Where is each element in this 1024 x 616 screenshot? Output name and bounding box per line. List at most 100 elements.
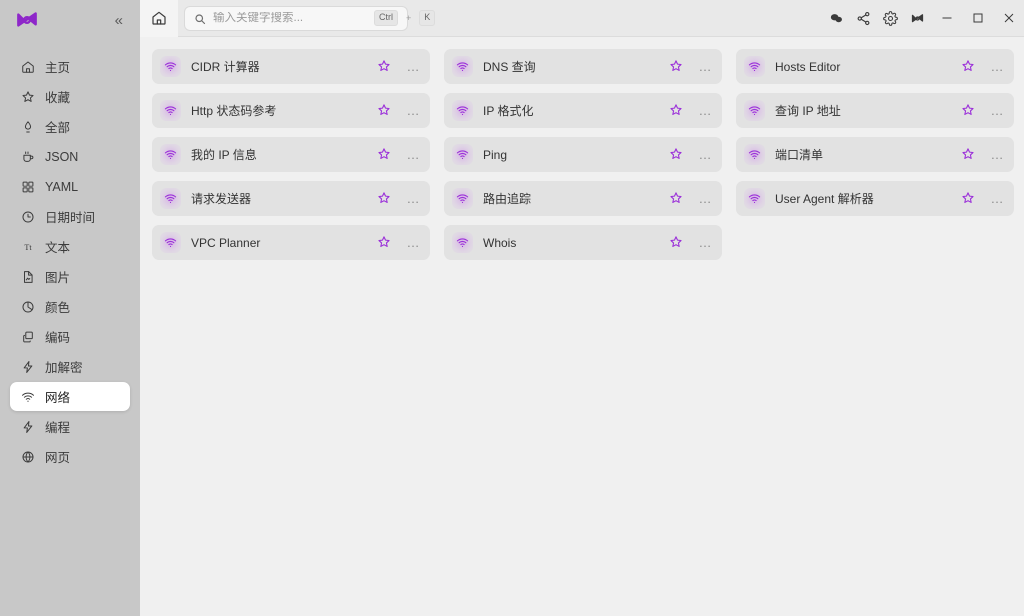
star-outline-icon[interactable]: [669, 235, 685, 251]
app-logo-icon: [14, 9, 40, 31]
sidebar-item-7[interactable]: 图片: [10, 262, 130, 291]
tool-card-more-button[interactable]: …: [987, 60, 1005, 73]
star-outline-icon[interactable]: [377, 191, 393, 207]
cup-icon: [20, 149, 35, 164]
tool-card-more-button[interactable]: …: [403, 148, 421, 161]
tool-card[interactable]: DNS 查询…: [444, 49, 722, 84]
sidebar-item-2[interactable]: 全部: [10, 112, 130, 141]
sidebar-item-3[interactable]: JSON: [10, 142, 130, 171]
bolt-icon: [20, 359, 35, 374]
file-image-icon: [20, 269, 35, 284]
tool-card-more-button[interactable]: …: [987, 104, 1005, 117]
tool-card-more-button[interactable]: …: [403, 192, 421, 205]
star-outline-icon[interactable]: [669, 191, 685, 207]
sidebar-item-10[interactable]: 加解密: [10, 352, 130, 381]
sidebar-item-12[interactable]: 编程: [10, 412, 130, 441]
app-window: « 主页收藏全部JSONYAML日期时间Tt文本图片颜色编码加解密网络编程网页 …: [0, 0, 1024, 616]
pie-icon: [20, 299, 35, 314]
wifi-icon: [452, 232, 473, 253]
tool-card-more-button[interactable]: …: [987, 192, 1005, 205]
sidebar-item-4[interactable]: YAML: [10, 172, 130, 201]
tool-card[interactable]: Hosts Editor…: [736, 49, 1014, 84]
maximize-button[interactable]: [962, 0, 993, 37]
collapse-sidebar-button[interactable]: «: [112, 11, 126, 30]
wifi-icon: [160, 188, 181, 209]
wifi-icon: [160, 100, 181, 121]
sidebar: « 主页收藏全部JSON YAML 日期时间 Tt文本图片颜色编码加解密网络编程网页: [0, 0, 140, 616]
star-outline-icon[interactable]: [377, 235, 393, 251]
wifi-icon: [744, 144, 765, 165]
home-icon: [20, 59, 35, 74]
tool-card-label: VPC Planner: [191, 236, 367, 250]
star-outline-icon[interactable]: [669, 103, 685, 119]
star-outline-icon[interactable]: [377, 103, 393, 119]
sidebar-item-1[interactable]: 收藏: [10, 82, 130, 111]
tool-card[interactable]: 路由追踪…: [444, 181, 722, 216]
tool-card[interactable]: IP 格式化…: [444, 93, 722, 128]
sidebar-item-9[interactable]: 编码: [10, 322, 130, 351]
wifi-icon: [452, 144, 473, 165]
star-outline-icon[interactable]: [961, 103, 977, 119]
funnel-icon: [20, 119, 35, 134]
sidebar-item-label: 主页: [45, 57, 70, 76]
sidebar-item-label: 收藏: [45, 87, 70, 106]
tool-card-label: CIDR 计算器: [191, 58, 367, 75]
tool-card[interactable]: CIDR 计算器 …: [152, 49, 430, 84]
tool-card-more-button[interactable]: …: [695, 148, 713, 161]
star-outline-icon[interactable]: [961, 191, 977, 207]
gear-icon[interactable]: [877, 0, 904, 37]
tool-card-more-button[interactable]: …: [403, 236, 421, 249]
search-box[interactable]: Ctrl + K: [184, 6, 408, 31]
wifi-icon: [160, 144, 181, 165]
star-outline-icon[interactable]: [961, 59, 977, 75]
star-outline-icon[interactable]: [669, 147, 685, 163]
minimize-button[interactable]: [931, 0, 962, 37]
tool-card-more-button[interactable]: …: [987, 148, 1005, 161]
grid-icon: [20, 179, 35, 194]
tool-card[interactable]: 端口清单…: [736, 137, 1014, 172]
tool-card[interactable]: 查询 IP 地址…: [736, 93, 1014, 128]
sidebar-item-8[interactable]: 颜色: [10, 292, 130, 321]
sidebar-header: «: [0, 0, 140, 40]
home-button[interactable]: [140, 0, 178, 37]
tool-card-more-button[interactable]: …: [403, 60, 421, 73]
wifi-icon: [744, 100, 765, 121]
sidebar-item-0[interactable]: 主页: [10, 52, 130, 81]
app-logo-icon[interactable]: [904, 0, 931, 37]
star-outline-icon[interactable]: [377, 147, 393, 163]
tool-card-more-button[interactable]: …: [695, 236, 713, 249]
search-input[interactable]: [213, 12, 367, 24]
sidebar-item-label: 日期时间: [45, 207, 95, 226]
tool-card-more-button[interactable]: …: [695, 104, 713, 117]
clock-icon: [20, 209, 35, 224]
share-icon[interactable]: [850, 0, 877, 37]
sidebar-item-6[interactable]: Tt文本: [10, 232, 130, 261]
tool-card[interactable]: 请求发送器 …: [152, 181, 430, 216]
tool-card[interactable]: VPC Planner …: [152, 225, 430, 260]
sidebar-item-13[interactable]: 网页: [10, 442, 130, 471]
tool-card-more-button[interactable]: …: [695, 192, 713, 205]
tool-card-more-button[interactable]: …: [695, 60, 713, 73]
tool-column-0: CIDR 计算器…Http 状态码参考…我的 IP 信息…请求发送器…VPC P…: [152, 49, 430, 260]
wechat-icon[interactable]: [823, 0, 850, 37]
wifi-icon: [452, 56, 473, 77]
tool-card[interactable]: Whois …: [444, 225, 722, 260]
tool-card[interactable]: User Agent 解析器…: [736, 181, 1014, 216]
sidebar-item-11[interactable]: 网络: [10, 382, 130, 411]
tool-card[interactable]: Ping…: [444, 137, 722, 172]
star-outline-icon[interactable]: [669, 59, 685, 75]
tool-card-more-button[interactable]: …: [403, 104, 421, 117]
tool-card-label: 请求发送器: [191, 190, 367, 207]
star-outline-icon[interactable]: [377, 59, 393, 75]
star-outline-icon[interactable]: [961, 147, 977, 163]
tool-card[interactable]: Http 状态码参考…: [152, 93, 430, 128]
tool-card[interactable]: 我的 IP 信息…: [152, 137, 430, 172]
close-button[interactable]: [993, 0, 1024, 37]
wifi-icon: [452, 188, 473, 209]
sidebar-nav: 主页收藏全部JSON YAML 日期时间 Tt文本图片颜色编码加解密网络编程网页: [0, 52, 140, 471]
wifi-icon: [20, 389, 35, 404]
main-area: Ctrl + K: [140, 0, 1024, 616]
sidebar-item-label: YAML: [45, 180, 78, 194]
tool-card-label: Whois: [483, 236, 659, 250]
sidebar-item-5[interactable]: 日期时间: [10, 202, 130, 231]
